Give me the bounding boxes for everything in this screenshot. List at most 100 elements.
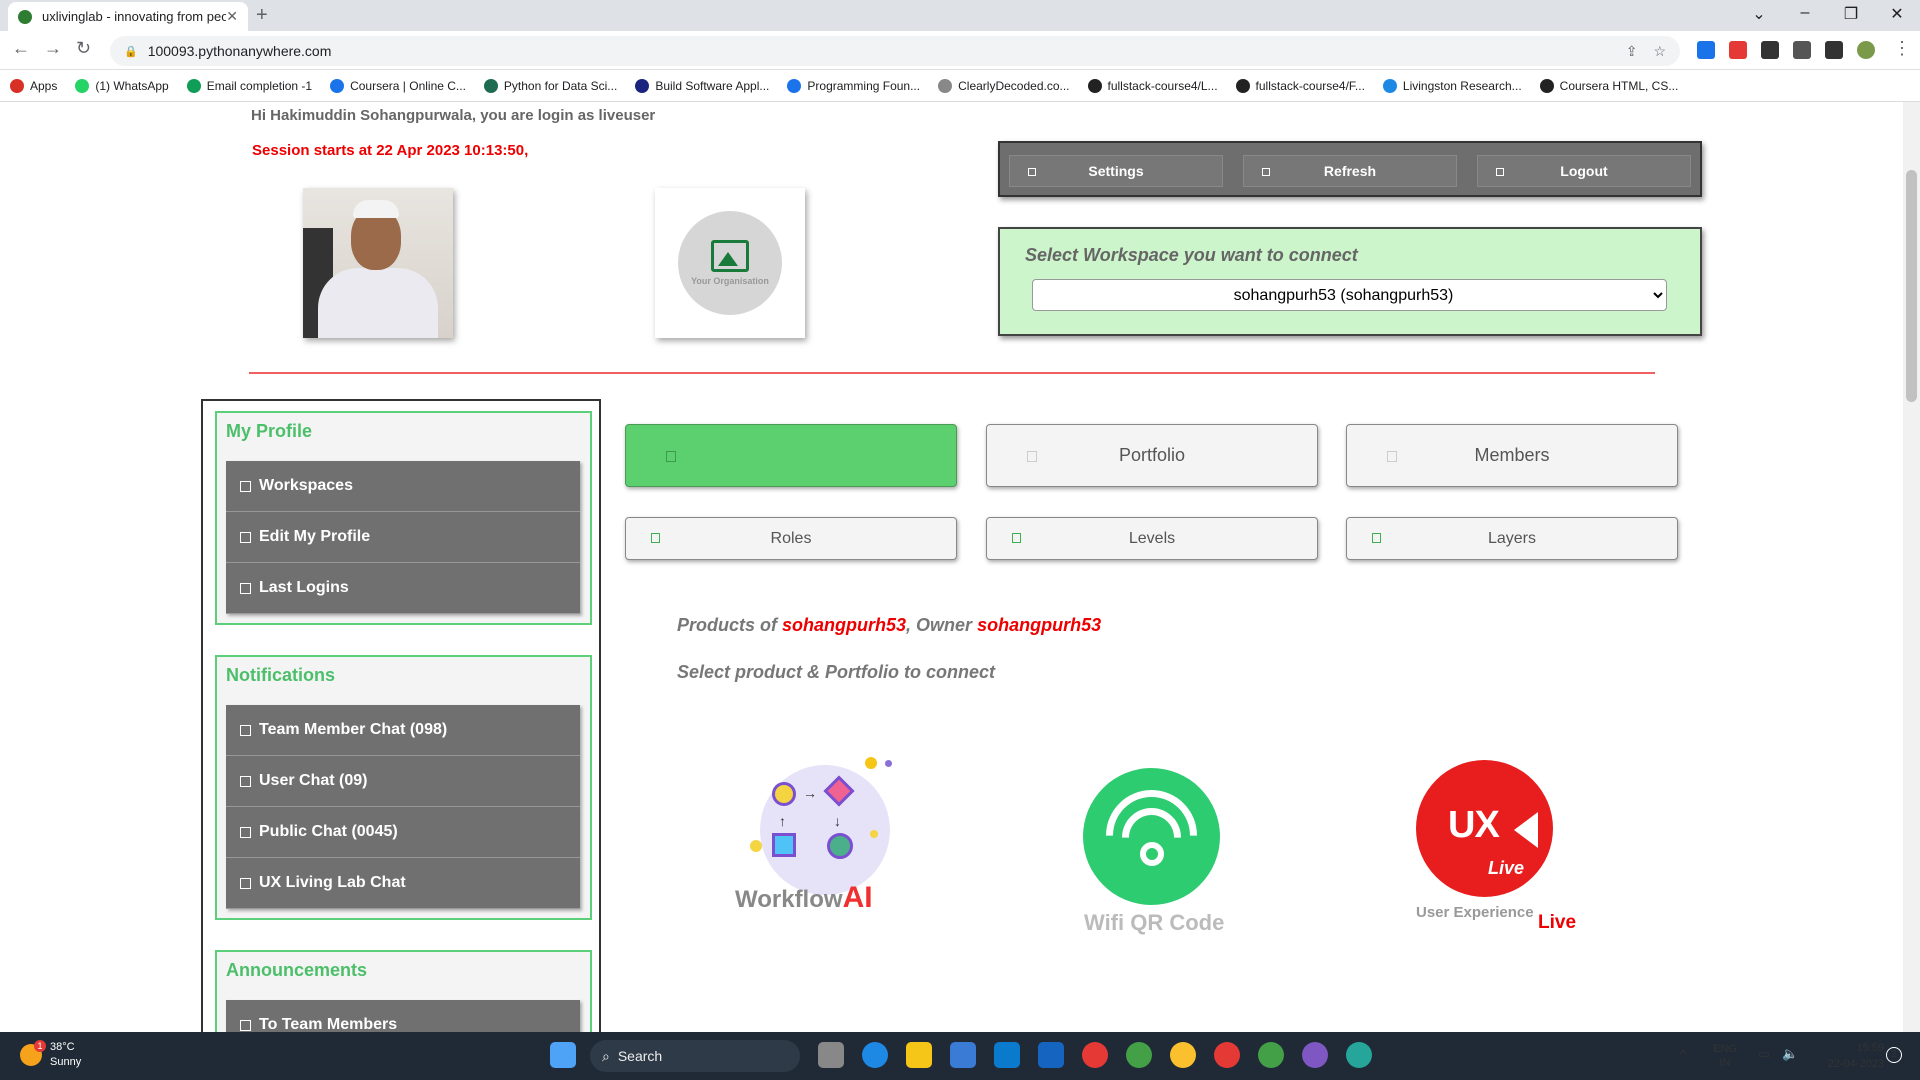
layers-button[interactable]: Layers [1346,517,1678,560]
members-button[interactable]: Members [1346,424,1678,487]
search-icon: ⌕ [602,1047,610,1064]
file-explorer-icon[interactable] [906,1042,932,1068]
tab-search-icon[interactable]: ⌄ [1736,4,1782,24]
workspace-selector-panel: Select Workspace you want to connect soh… [998,227,1702,336]
forward-icon[interactable]: → [44,38,62,59]
mail-icon[interactable] [1038,1042,1064,1068]
sidebar-item-ux-lab-chat[interactable]: UX Living Lab Chat [226,858,580,909]
refresh-button[interactable]: Refresh [1243,155,1457,187]
announcements-section: Announcements To Team Members [215,950,592,1037]
chrome-icon[interactable] [1258,1042,1284,1068]
bookmark-item[interactable]: Python for Data Sci... [483,78,617,93]
bookmarks-bar: Apps (1) WhatsApp Email completion -1 Cours… [0,70,1920,102]
restore-icon[interactable]: ❐ [1828,4,1874,24]
workspace-select[interactable]: sohangpurh53 (sohangpurh53) [1032,279,1667,311]
start-icon[interactable] [550,1042,576,1068]
browser-tab[interactable]: uxlivinglab - innovating from peo ✕ [8,2,248,31]
wifi-qr-product[interactable]: Wifi QR Code [1046,760,1246,950]
scrollbar-thumb[interactable] [1906,170,1917,402]
settings-button[interactable]: Settings [1009,155,1223,187]
media-icon[interactable] [1761,41,1779,59]
vscode-icon[interactable] [994,1042,1020,1068]
language-indicator[interactable]: ENG IN [1713,1042,1737,1070]
bookmark-item[interactable]: fullstack-course4/F... [1235,78,1365,93]
store-icon[interactable] [950,1042,976,1068]
session-text: Session starts at 22 Apr 2023 10:13:50, [252,142,529,159]
bookmark-item[interactable]: ClearlyDecoded.co... [938,78,1070,93]
ux-live-product[interactable]: UX Live User Experience Live [1376,760,1576,950]
clock[interactable]: 15:59 22-04-2023 [1820,1040,1884,1072]
portfolio-button[interactable]: Portfolio [986,424,1318,487]
network-icon[interactable]: ▭ [1758,1046,1770,1062]
products-button[interactable] [625,424,957,487]
globe-icon[interactable] [1346,1042,1372,1068]
sidebar-item-last-logins[interactable]: Last Logins [226,563,580,614]
extension-icon[interactable] [1697,41,1715,59]
edge-icon[interactable] [862,1042,888,1068]
more-menu-icon[interactable]: ⋮ [1893,38,1911,59]
bookmark-item[interactable]: Coursera | Online C... [330,78,466,93]
bookmark-item[interactable]: Programming Foun... [787,78,920,93]
share-icon[interactable]: ⇪ [1626,43,1638,60]
chrome-icon[interactable] [1170,1042,1196,1068]
volume-icon[interactable]: 🔈 [1782,1046,1798,1062]
workspace-label: Select Workspace you want to connect [1025,245,1358,265]
bookmark-favicon-icon [1087,78,1102,93]
chrome-icon[interactable] [1126,1042,1152,1068]
taskbar-search[interactable]: ⌕ Search [590,1040,800,1072]
new-tab-icon[interactable]: + [256,4,268,27]
levels-button[interactable]: Levels [986,517,1318,560]
close-tab-icon[interactable]: ✕ [226,8,238,25]
task-view-icon[interactable] [818,1042,844,1068]
tray-chevron-icon[interactable]: ^ [1680,1046,1687,1062]
bookmark-favicon-icon [10,78,24,93]
sidebar-item-public-chat[interactable]: Public Chat (0045) [226,807,580,858]
sidebar-item-user-chat[interactable]: User Chat (09) [226,756,580,807]
checkbox-icon [240,724,251,736]
chrome-icon[interactable] [1302,1042,1328,1068]
back-icon[interactable]: ← [12,38,30,59]
logout-icon [1496,168,1504,176]
workspace-name: sohangpurh53 [782,615,907,635]
workflow-ai-product[interactable]: → ↑ ↓ WorkflowAI [735,745,935,935]
section-title: My Profile [226,421,313,441]
minimize-icon[interactable]: – [1782,4,1828,22]
side-panel-icon[interactable] [1825,41,1843,59]
image-placeholder-icon [711,240,749,272]
reload-icon[interactable]: ↻ [76,38,91,59]
notification-badge[interactable]: 2 [1886,1047,1902,1063]
chrome-icon[interactable] [1082,1042,1108,1068]
logout-button[interactable]: Logout [1477,155,1691,187]
weather-widget[interactable]: 1 38°C Sunny [20,1040,81,1070]
bookmark-item[interactable]: (1) WhatsApp [75,78,169,93]
button-icon [1027,451,1037,462]
bookmark-favicon-icon [186,78,201,93]
close-window-icon[interactable]: ✕ [1874,4,1920,24]
sidebar-item-workspaces[interactable]: Workspaces [226,461,580,512]
product-name: User Experience [1416,904,1534,921]
bookmark-item[interactable]: Livingston Research... [1382,78,1522,93]
button-icon [666,451,676,462]
checkbox-icon [240,480,251,492]
button-icon [1372,533,1381,543]
bookmark-star-icon[interactable]: ☆ [1653,43,1666,60]
roles-button[interactable]: Roles [625,517,957,560]
url-input[interactable]: 🔒 100093.pythonanywhere.com ⇪ ☆ [110,36,1680,66]
button-icon [1387,451,1397,462]
owner-name: sohangpurh53 [977,615,1102,635]
bookmark-favicon-icon [483,78,498,93]
section-title: Announcements [226,960,368,980]
profile-avatar-icon[interactable] [1857,41,1875,59]
bookmark-item[interactable]: Email completion -1 [186,78,312,93]
bookmark-item[interactable]: Coursera HTML, CS... [1539,78,1678,93]
sidebar-item-team-chat[interactable]: Team Member Chat (098) [226,705,580,756]
bookmark-favicon-icon [635,78,650,93]
products-heading: Products of sohangpurh53, Owner sohangpu… [677,615,1102,635]
sidebar-item-edit-profile[interactable]: Edit My Profile [226,512,580,563]
puzzle-icon[interactable] [1793,41,1811,59]
extension-icon[interactable] [1729,41,1747,59]
bookmark-item[interactable]: Apps [10,78,57,93]
chrome-icon[interactable] [1214,1042,1240,1068]
bookmark-item[interactable]: fullstack-course4/L... [1087,78,1218,93]
bookmark-item[interactable]: Build Software Appl... [635,78,769,93]
